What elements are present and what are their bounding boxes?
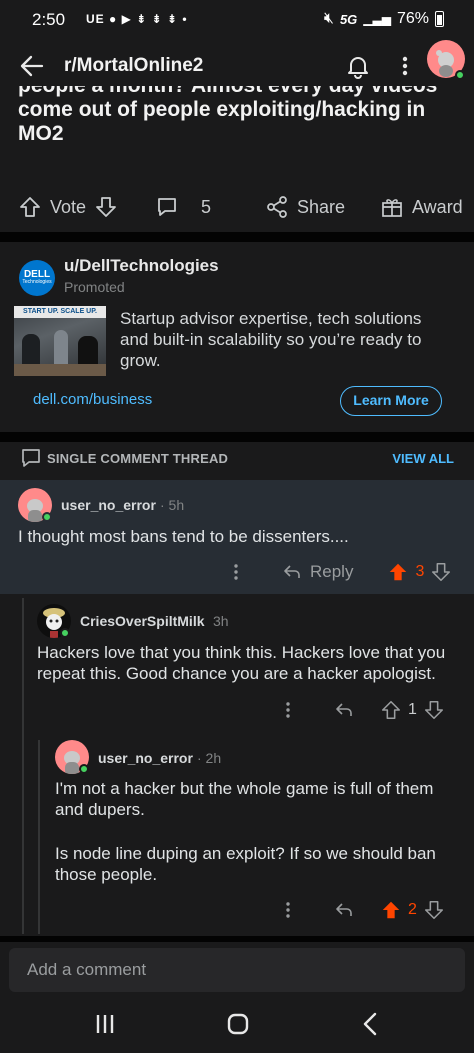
battery-percent: 76% (396, 10, 429, 27)
more-options-icon[interactable] (282, 898, 294, 922)
comment-text-paragraph: I'm not a hacker but the whole game is f… (55, 779, 434, 819)
signal-icon: ▁▃▅ (363, 12, 391, 26)
section-divider (0, 232, 474, 242)
ad-body-text: Startup advisor expertise, tech solution… (120, 309, 422, 370)
ad-image-desk (14, 364, 106, 376)
bell-icon[interactable] (344, 52, 372, 80)
recent-apps-icon[interactable] (89, 1008, 121, 1040)
comment-actions: Reply 3 (230, 560, 452, 584)
upvote-arrow-icon[interactable] (380, 899, 402, 921)
online-status-dot (455, 70, 465, 80)
upvote-arrow-icon[interactable] (18, 195, 42, 219)
subreddit-title[interactable]: r/MortalOnline2 (64, 55, 203, 77)
ad-domain-link[interactable]: dell.com/business (33, 391, 152, 408)
vote-label: Vote (50, 196, 87, 217)
comment-bubble-icon (158, 198, 176, 216)
gift-award-icon (382, 199, 402, 217)
comment-age: · 2h (197, 750, 222, 766)
comment-count: 5 (201, 196, 212, 217)
share-icon (267, 196, 287, 218)
view-all-button[interactable]: VIEW ALL (392, 451, 454, 466)
thread-line[interactable] (38, 740, 40, 934)
single-thread-bar: SINGLE COMMENT THREAD VIEW ALL (0, 442, 474, 478)
comment-username[interactable]: user_no_error (98, 750, 193, 766)
comment-actions: 2 (282, 898, 445, 922)
promoted-label: Promoted (64, 279, 125, 295)
top-app-bar: r/MortalOnline2 (0, 40, 474, 92)
award-label: Award (412, 196, 463, 217)
online-status-dot (42, 512, 52, 522)
post-title-line-1: people a month? Almost every day videos (18, 86, 458, 98)
downvote-arrow-icon[interactable] (430, 561, 452, 583)
ad-thumbnail-image[interactable]: START UP. SCALE UP. (14, 306, 106, 376)
upvote-arrow-icon[interactable] (380, 699, 402, 721)
upvote-arrow-icon[interactable] (387, 561, 409, 583)
system-nav-bar (0, 994, 474, 1053)
back-arrow-icon[interactable] (18, 52, 46, 80)
post-title-line-2: come out of people exploiting/hacking in (18, 98, 426, 121)
post-action-bar: Vote 5 Share Award (0, 186, 474, 228)
status-bar: 2:50 UE ● ▶ ⇟ ⇟ ⇟ • 🔇︎ 5G ▁▃▅ 76% (0, 0, 474, 40)
add-comment-bar[interactable] (9, 948, 465, 992)
reply-arrow-icon[interactable] (334, 900, 354, 920)
comment-actions: 1 (282, 698, 445, 722)
comment-text: I thought most bans tend to be dissenter… (18, 527, 349, 546)
snoo-body (65, 762, 79, 774)
snoo-body (28, 510, 42, 522)
post-title-line-3: MO2 (18, 122, 64, 145)
comment-age: · 5h (160, 497, 185, 513)
battery-icon (435, 11, 444, 27)
reply-arrow-icon[interactable] (334, 700, 354, 720)
comment-score: 2 (408, 901, 417, 918)
learn-more-button[interactable]: Learn More (340, 386, 442, 416)
comment-text-paragraph: Is node line duping an exploit? If so we… (55, 844, 436, 884)
network-label: 5G (339, 11, 358, 27)
comment-bubble-icon (22, 449, 40, 467)
post-title: people a month? Almost every day videos … (18, 86, 458, 166)
award-button[interactable]: Award (380, 186, 463, 228)
more-options-icon[interactable] (230, 560, 242, 584)
promoted-post[interactable]: DELL Technologies u/DellTechnologies Pro… (0, 244, 474, 432)
section-divider (0, 432, 474, 442)
notif-label: UE (86, 12, 105, 26)
comment-score: 3 (415, 563, 425, 580)
status-right: 🔇︎ 5G ▁▃▅ 76% (324, 10, 444, 28)
online-status-dot (79, 764, 89, 774)
more-options-icon[interactable] (282, 698, 294, 722)
reply-label: Reply (310, 562, 354, 581)
share-button[interactable]: Share (265, 186, 345, 228)
comment-age: 3h (213, 613, 229, 629)
back-chevron-icon[interactable] (355, 1008, 387, 1040)
more-options-icon[interactable] (395, 52, 415, 80)
comment-username[interactable]: CriesOverSpiltMilk (80, 613, 205, 629)
section-divider (0, 936, 474, 942)
vote-control: Vote (18, 186, 118, 228)
status-time: 2:50 (32, 10, 66, 29)
share-label: Share (297, 196, 346, 217)
comment-score: 1 (408, 701, 417, 718)
comment-text: Hackers love that you think this. Hacker… (37, 643, 446, 683)
comments-button[interactable]: 5 (155, 186, 211, 228)
reply-arrow-icon (284, 565, 300, 578)
ad-image-caption: START UP. SCALE UP. (14, 306, 106, 318)
downvote-arrow-icon[interactable] (94, 195, 118, 219)
mute-icon: 🔇︎ (323, 10, 334, 27)
comment-highlighted: user_no_error · 5h I thought most bans t… (0, 480, 474, 594)
downvote-arrow-icon[interactable] (423, 899, 445, 921)
downvote-arrow-icon[interactable] (423, 699, 445, 721)
reply-button[interactable]: Reply (282, 562, 353, 582)
online-status-dot (60, 628, 70, 638)
home-icon[interactable] (222, 1008, 254, 1040)
thread-line[interactable] (22, 598, 24, 934)
thread-label: SINGLE COMMENT THREAD (47, 451, 229, 466)
ad-username[interactable]: u/DellTechnologies (64, 256, 219, 276)
dell-logo: DELL Technologies (19, 260, 55, 296)
comment-username[interactable]: user_no_error (61, 497, 156, 513)
dell-logo-subtext: Technologies (22, 279, 52, 285)
status-notification-icons: UE ● ▶ ⇟ ⇟ ⇟ • (86, 12, 188, 26)
add-comment-input[interactable] (9, 948, 465, 992)
